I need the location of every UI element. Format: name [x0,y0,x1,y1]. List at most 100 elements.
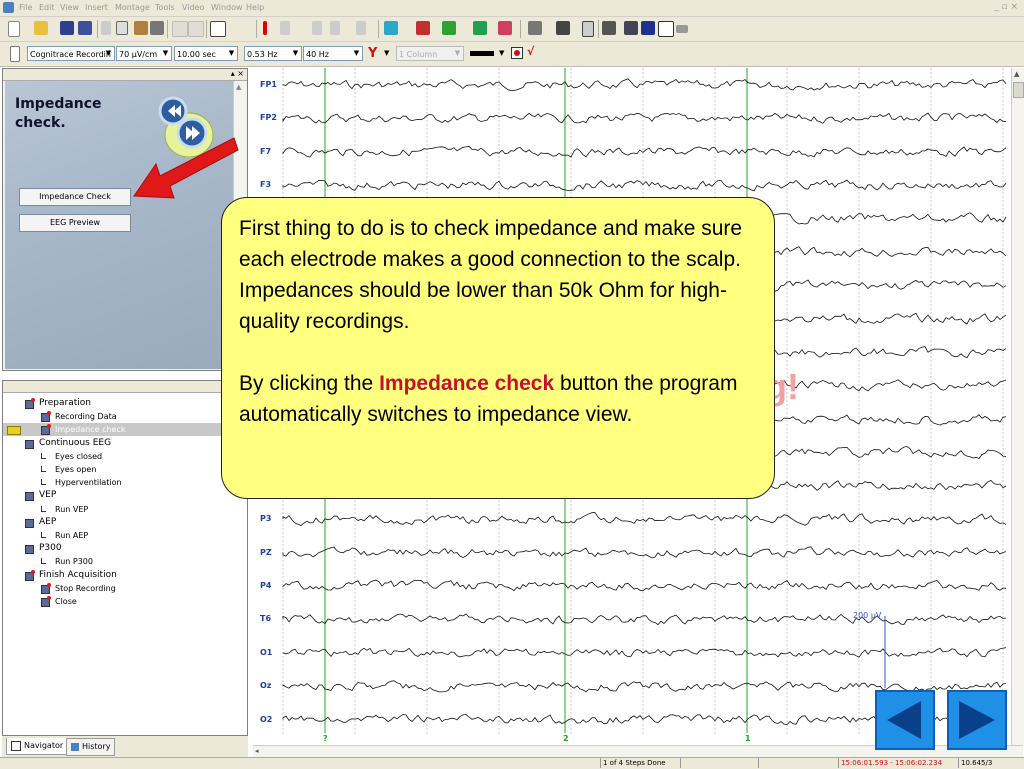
eeg-channel-trace [282,145,1007,158]
lowcut-select[interactable]: 0.53 Hz ▼ [244,46,302,61]
record-icon[interactable] [511,47,523,59]
chevron-down-icon: ▼ [228,49,235,57]
menu-help[interactable]: Help [246,3,264,12]
chevron-down-icon: ▼ [353,49,360,57]
tree-step-item[interactable]: Eyes open [3,463,247,476]
montage-select[interactable]: Cognitrace Recordin ▼ [27,46,115,61]
color-icon[interactable] [416,21,430,35]
new-icon[interactable] [8,21,20,37]
document-icon[interactable] [582,21,594,37]
link-icon[interactable] [676,25,688,33]
pointer-icon[interactable] [280,21,290,35]
previous-slide-button[interactable] [875,690,935,750]
tree-step-item[interactable]: Run P300 [3,555,247,568]
sort-icon[interactable] [10,46,20,62]
notch-filter-icon[interactable]: Y [368,46,377,61]
columns-select[interactable]: 1 Column ▼ [396,46,464,61]
window-icon[interactable] [658,21,674,37]
menu-window[interactable]: Window [211,3,243,12]
tree-step-group[interactable]: AEP [3,516,247,529]
menu-insert[interactable]: Insert [85,3,108,12]
step-flag-icon [25,398,35,409]
menu-tools[interactable]: Tools [155,3,175,12]
undo-icon[interactable] [172,21,188,37]
tree-step-item[interactable]: Hyperventilation [3,476,247,489]
chevron-down-icon[interactable]: ▼ [499,49,504,57]
help-icon[interactable] [210,21,226,37]
step-title-line2: check. [15,115,66,131]
menu-video[interactable]: Video [182,3,204,12]
tree-step-item[interactable]: Stop Recording [3,582,247,595]
tree-item-label: Impedance check [55,425,126,435]
line-color-swatch[interactable] [470,51,494,56]
book-icon[interactable] [641,21,655,35]
event-marker-label: 1 [745,734,751,743]
open-icon[interactable] [34,21,48,35]
tab-history[interactable]: History [66,738,116,756]
check-icon[interactable]: √ [527,45,534,58]
eeg-preview-button[interactable]: EEG Preview [19,214,131,232]
menu-file[interactable]: File [19,3,32,12]
eeg-channel-trace [282,546,1007,559]
channel-label: F7 [260,146,272,156]
zoom-icon[interactable] [602,21,616,35]
tab-navigator[interactable]: Navigator [6,738,69,755]
tree-step-item[interactable]: Close [3,595,247,608]
tree-step-item[interactable]: Recording Data [3,410,247,423]
scroll-up-icon[interactable]: ▲ [1014,70,1019,78]
pane-buttons[interactable]: ▴ × [231,69,244,78]
impedance-check-button[interactable]: Impedance Check [19,188,131,206]
channel-label: PZ [260,547,272,557]
channel-icon[interactable] [498,21,512,35]
cut-icon[interactable] [101,21,111,35]
channel-label: F3 [260,180,272,190]
tree-step-group[interactable]: Finish Acquisition [3,569,247,582]
tree-step-group[interactable]: VEP [3,489,247,502]
vertical-scrollbar[interactable]: ▲ [1011,68,1024,745]
page-status: 10.645/3 [958,758,1023,768]
table-icon[interactable] [556,21,570,35]
scroll-up-icon[interactable]: ▲ [236,83,241,91]
montage-icon[interactable] [473,21,487,35]
scroll-left-icon[interactable]: ◂ [255,747,259,755]
filter-icon[interactable] [384,21,398,35]
paste-icon[interactable] [134,21,148,35]
window-buttons[interactable]: _ ▫ × [994,2,1018,12]
save-icon[interactable] [60,21,74,35]
menu-edit[interactable]: Edit [39,3,55,12]
marker-icon[interactable] [312,21,322,35]
sensitivity-select[interactable]: 70 µV/cm ▼ [116,46,172,61]
save-all-icon[interactable] [78,21,92,35]
layout-icon[interactable] [624,21,638,35]
next-slide-button[interactable] [947,690,1007,750]
sensitivity-value: 70 µV/cm [119,50,158,59]
view-icon[interactable] [528,21,542,35]
tree-item-label: Eyes open [55,465,97,474]
menu-view[interactable]: View [60,3,79,12]
menu-montage[interactable]: Montage [115,3,150,12]
tree-step-group[interactable]: Continuous EEG [3,437,247,450]
highcut-value: 40 Hz [306,50,329,59]
delete-icon[interactable] [356,21,366,35]
timebase-select[interactable]: 10.00 sec ▼ [174,46,238,61]
highcut-select[interactable]: 40 Hz ▼ [303,46,363,61]
red-pointer-arrow [133,137,239,199]
chevron-down-icon[interactable]: ▼ [384,49,389,57]
paint-icon[interactable] [442,21,456,35]
pane-tabs: Navigator History [2,736,248,758]
scroll-thumb[interactable] [1013,82,1024,98]
print-icon[interactable] [150,21,164,35]
redo-icon[interactable] [188,21,204,37]
copy-icon[interactable] [116,21,128,35]
tree-step-item[interactable]: Run AEP [3,529,247,542]
step-title-line1: Impedance [15,96,102,112]
alert-icon[interactable] [263,21,267,35]
tree-step-group[interactable]: Preparation [3,397,247,410]
tree-step-item[interactable]: Impedance check [3,423,247,437]
tree-step-group[interactable]: P300 [3,542,247,555]
range-icon[interactable] [330,21,340,35]
tree-item-label: Run AEP [55,531,89,540]
tree-step-item[interactable]: Eyes closed [3,450,247,463]
channel-label: O2 [260,714,273,724]
tree-step-item[interactable]: Run VEP [3,503,247,516]
